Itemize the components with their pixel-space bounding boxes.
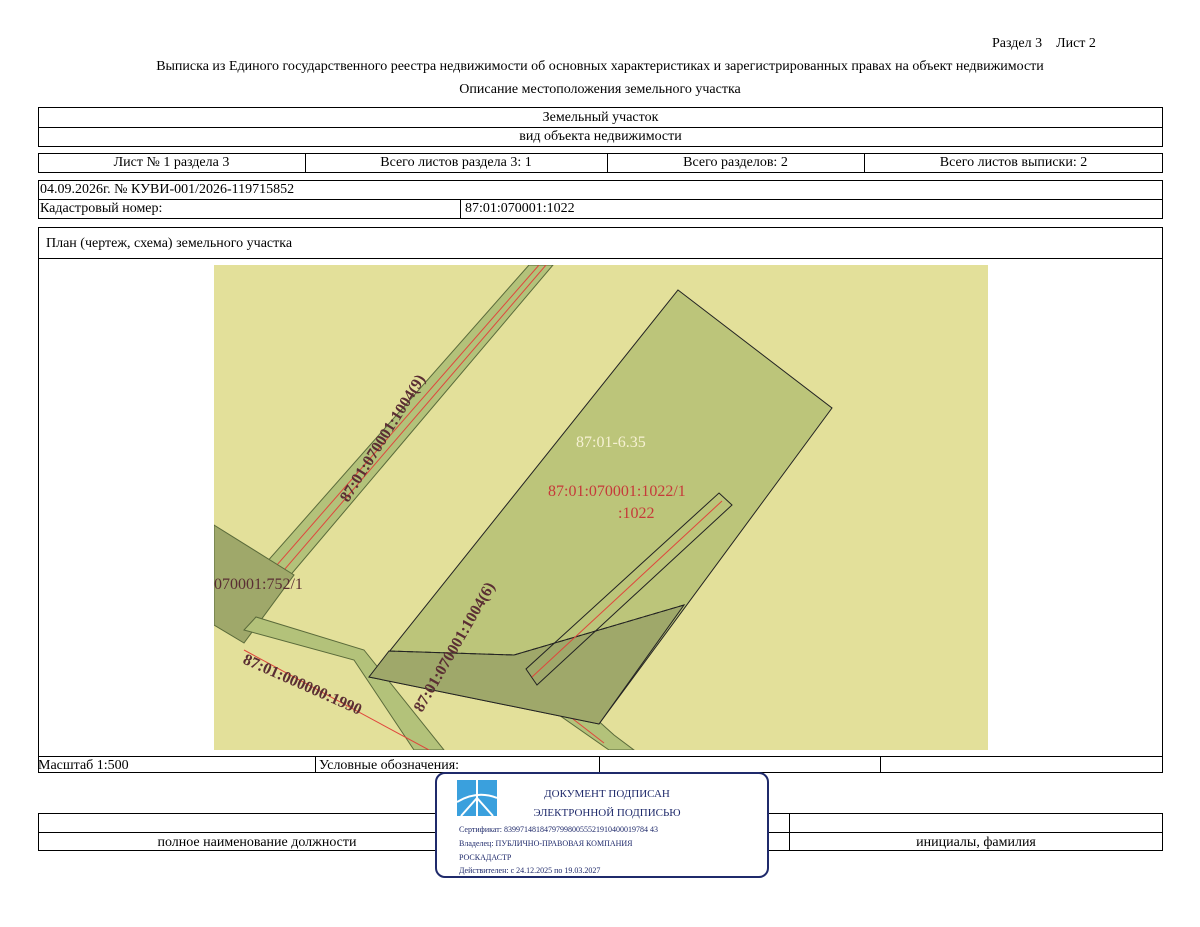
stamp-certificate: Сертификат: 8399714818479799800555219104… (459, 825, 658, 834)
date-number: 04.09.2026г. № КУВИ-001/2026-119715852 (40, 182, 295, 197)
object-type-caption: вид объекта недвижимости (519, 129, 682, 144)
total-sheets-section: Всего листов раздела 3: 1 (380, 155, 532, 170)
stamp-line-2: ЭЛЕКТРОННОЙ ПОДПИСЬЮ (533, 807, 681, 819)
position-caption: полное наименование должности (157, 835, 357, 850)
legend-label: Условные обозначения: (319, 758, 460, 773)
parcel-plan-map: 87:01-6.35 87:01:070001:1022/1 :1022 87:… (214, 265, 988, 750)
stamp-validity: Действителен: с 24.12.2025 по 19.03.2027 (459, 866, 601, 875)
sheet-of-section: Лист № 1 раздела 3 (113, 155, 230, 170)
label-parcel: :1022 (618, 505, 654, 522)
document-subtitle: Описание местоположения земельного участ… (459, 82, 741, 97)
cadastral-value: 87:01:070001:1022 (465, 201, 575, 216)
name-caption: инициалы, фамилия (916, 835, 1036, 850)
document-title: Выписка из Единого государственного реес… (156, 59, 1044, 74)
label-zone: 87:01-6.35 (576, 434, 646, 451)
plan-caption: План (чертеж, схема) земельного участка (46, 236, 293, 251)
section-sheet-label: Раздел 3 Лист 2 (992, 36, 1096, 51)
roskadastr-logo-icon (457, 780, 497, 816)
stamp-line-1: ДОКУМЕНТ ПОДПИСАН (544, 788, 670, 800)
label-parcel-part: 87:01:070001:1022/1 (548, 483, 686, 500)
e-signature-stamp: ДОКУМЕНТ ПОДПИСАН ЭЛЕКТРОННОЙ ПОДПИСЬЮ С… (435, 772, 769, 878)
cadastral-label: Кадастровый номер: (40, 201, 163, 216)
total-sections: Всего разделов: 2 (683, 155, 788, 170)
object-name: Земельный участок (542, 110, 659, 125)
total-sheets-extract: Всего листов выписки: 2 (939, 155, 1088, 170)
stamp-owner: Владелец: ПУБЛИЧНО-ПРАВОВАЯ КОМПАНИЯ (459, 839, 633, 848)
scale-label: Масштаб 1:500 (38, 758, 129, 773)
label-left-parcel: 070001:752/1 (214, 576, 303, 593)
stamp-owner-2: РОСКАДАСТР (459, 853, 512, 862)
